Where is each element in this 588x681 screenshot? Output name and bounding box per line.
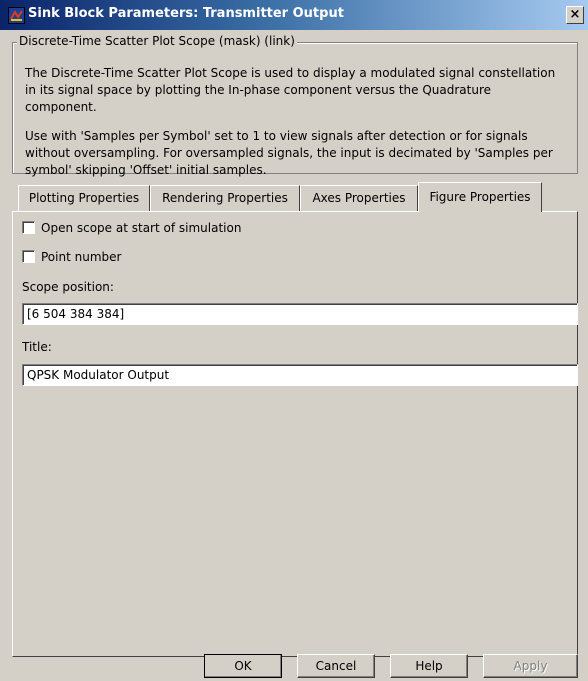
title-bar[interactable]: Sink Block Parameters: Transmitter Outpu… — [0, 0, 588, 30]
open-scope-label: Open scope at start of simulation — [41, 221, 242, 235]
point-number-checkbox[interactable] — [22, 250, 35, 263]
tab-rendering-properties[interactable]: Rendering Properties — [150, 185, 300, 211]
help-button[interactable]: Help — [390, 654, 468, 678]
window-title: Sink Block Parameters: Transmitter Outpu… — [28, 6, 344, 21]
point-number-option[interactable]: Point number — [22, 248, 121, 266]
title-label: Title: — [22, 340, 52, 354]
tab-figure-properties[interactable]: Figure Properties — [418, 182, 542, 212]
open-scope-option[interactable]: Open scope at start of simulation — [22, 219, 241, 237]
open-scope-checkbox[interactable] — [22, 221, 35, 234]
cancel-button[interactable]: Cancel — [297, 654, 375, 678]
description-paragraph-1: The Discrete-Time Scatter Plot Scope is … — [25, 66, 556, 114]
point-number-label: Point number — [41, 250, 122, 264]
ok-button[interactable]: OK — [204, 654, 282, 678]
figure-properties-panel — [12, 211, 578, 657]
dialog-window: Sink Block Parameters: Transmitter Outpu… — [0, 0, 588, 681]
scope-position-field[interactable] — [22, 303, 578, 325]
mask-description-group: Discrete-Time Scatter Plot Scope (mask) … — [12, 34, 578, 177]
scope-position-label: Scope position: — [22, 280, 114, 294]
close-icon[interactable]: × — [566, 6, 584, 24]
apply-button[interactable]: Apply — [483, 654, 578, 678]
simulink-block-icon — [8, 7, 25, 24]
description-paragraph-2: Use with 'Samples per Symbol' set to 1 t… — [25, 129, 553, 177]
tab-plotting-properties[interactable]: Plotting Properties — [18, 185, 150, 211]
group-legend: Discrete-Time Scatter Plot Scope (mask) … — [17, 34, 297, 48]
tab-axes-properties[interactable]: Axes Properties — [300, 185, 418, 211]
mask-description: The Discrete-Time Scatter Plot Scope is … — [25, 65, 565, 191]
title-field[interactable] — [22, 364, 578, 386]
